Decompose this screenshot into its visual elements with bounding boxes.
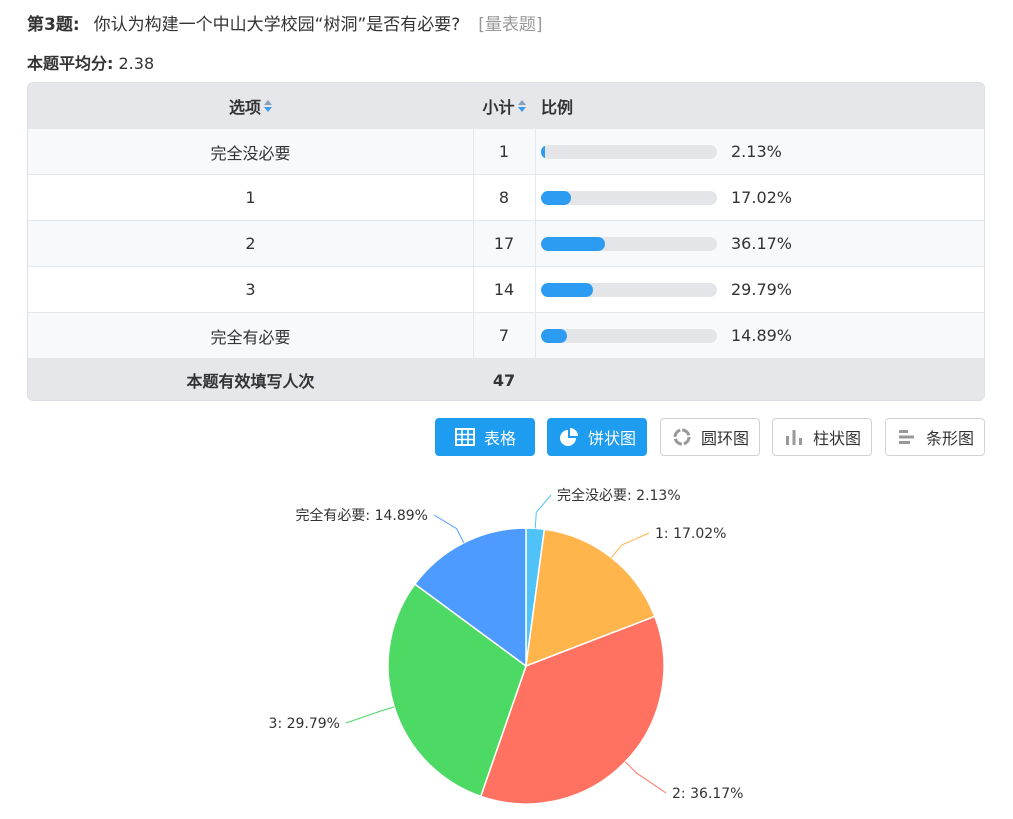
row-percent: 14.89% [731, 326, 793, 345]
row-ratio: 2.13% [535, 129, 984, 174]
header-count[interactable]: 小计 [473, 83, 535, 128]
question-title: 第3题: 你认为构建一个中山大学校园“树洞”是否有必要? [量表题] [27, 12, 543, 38]
column-divider [535, 83, 536, 400]
question-type-tag: [量表题] [478, 15, 543, 35]
row-ratio: 17.02% [535, 175, 984, 220]
row-option: 完全有必要 [210, 327, 291, 347]
row-ratio: 14.89% [535, 313, 984, 358]
progress-bar-fill [541, 328, 568, 343]
chart-type-button-label: 柱状图 [812, 429, 861, 448]
row-percent: 2.13% [731, 142, 782, 161]
pie-slice-label: 1: 17.02% [655, 526, 726, 542]
progress-bar [541, 236, 717, 251]
row-count: 14 [493, 280, 515, 299]
chart-type-button-label: 表格 [483, 429, 516, 448]
footer-total: 47 [492, 370, 516, 390]
row-count: 17 [493, 234, 515, 253]
chart-type-button-label: 圆环图 [700, 429, 749, 448]
pie-label-leader [611, 532, 650, 559]
progress-bar [541, 144, 717, 159]
pie-slice-label: 完全有必要: 14.89% [295, 507, 428, 524]
header-option-label: 选项 [228, 97, 261, 117]
sort-icon[interactable] [264, 99, 272, 113]
pie-chart: 完全没必要: 2.13% 1: 17.02% 2: 36.17% 3: 29.79% 完… [269, 487, 743, 805]
chart-type-toolbar: 表格 饼状图 圆环图 柱状图 条形图 [0, 418, 1013, 456]
progress-bar-fill [541, 190, 571, 205]
header-count-label: 小计 [482, 97, 515, 117]
pie-label-leader [345, 706, 395, 724]
row-percent: 17.02% [731, 188, 793, 207]
table-row: 完全没必要 1 2.13% [28, 129, 984, 175]
row-option: 完全没必要 [210, 143, 291, 163]
chart-type-button[interactable]: 条形图 [885, 418, 985, 456]
table-row: 2 17 36.17% [28, 221, 984, 267]
chart-type-button-label: 饼状图 [587, 429, 636, 448]
row-option: 2 [245, 234, 256, 253]
pie-chart-icon [559, 428, 578, 446]
progress-bar-fill [541, 282, 594, 297]
average-score-value: 2.38 [118, 54, 155, 73]
chart-type-button-label: 条形图 [925, 429, 974, 448]
pie-label-leader [534, 494, 552, 529]
row-percent: 36.17% [731, 234, 793, 253]
row-ratio: 36.17% [535, 221, 984, 266]
header-ratio-label: 比例 [541, 97, 574, 117]
row-count: 1 [498, 142, 510, 161]
results-table: 选项 小计 比例 完全没必要 1 2.13% 1 8 17.02% 2 17 36.17% 3 14… [27, 82, 985, 401]
footer-ratio-empty [535, 359, 984, 400]
header-ratio: 比例 [535, 83, 984, 128]
row-ratio: 29.79% [535, 267, 984, 312]
chart-type-button[interactable]: 表格 [435, 418, 535, 456]
progress-bar-fill [541, 236, 605, 251]
question-result-panel: 第3题: 你认为构建一个中山大学校园“树洞”是否有必要? [量表题] 本题平均分: … [0, 0, 1013, 819]
row-option: 3 [245, 280, 256, 299]
row-count: 8 [498, 188, 510, 207]
question-text: 你认为构建一个中山大学校园“树洞”是否有必要? [93, 15, 461, 35]
progress-bar [541, 282, 717, 297]
row-percent: 29.79% [731, 280, 793, 299]
chart-type-button[interactable]: 柱状图 [772, 418, 872, 456]
bar-chart-icon [785, 430, 802, 445]
row-count: 7 [498, 326, 510, 345]
average-score: 本题平均分: 2.38 [27, 52, 154, 76]
column-divider [473, 83, 474, 400]
pie-label-leader [624, 761, 667, 794]
chart-type-button[interactable]: 饼状图 [547, 418, 647, 456]
progress-bar-fill [541, 144, 545, 159]
question-number: 第3题: [27, 15, 80, 35]
progress-bar [541, 328, 717, 343]
average-score-label: 本题平均分: [27, 54, 114, 73]
chart-type-button[interactable]: 圆环图 [660, 418, 760, 456]
table-footer-row: 本题有效填写人次 47 [28, 359, 984, 400]
table-row: 完全有必要 7 14.89% [28, 313, 984, 359]
progress-bar [541, 190, 717, 205]
table-row: 1 8 17.02% [28, 175, 984, 221]
pie-slice-label: 2: 36.17% [672, 786, 743, 802]
pie-slice-label: 完全没必要: 2.13% [557, 487, 681, 504]
row-option: 1 [245, 188, 256, 207]
pie-slice-label: 3: 29.79% [269, 716, 340, 732]
table-header-row: 选项 小计 比例 [28, 83, 984, 129]
pie-label-leader [433, 514, 465, 544]
footer-label: 本题有效填写人次 [186, 372, 315, 391]
horizontal-bar-chart-icon [898, 430, 914, 444]
table-row: 3 14 29.79% [28, 267, 984, 313]
header-option[interactable]: 选项 [28, 83, 473, 128]
table-icon [454, 428, 475, 446]
donut-chart-icon [673, 428, 691, 446]
sort-icon[interactable] [517, 99, 526, 113]
